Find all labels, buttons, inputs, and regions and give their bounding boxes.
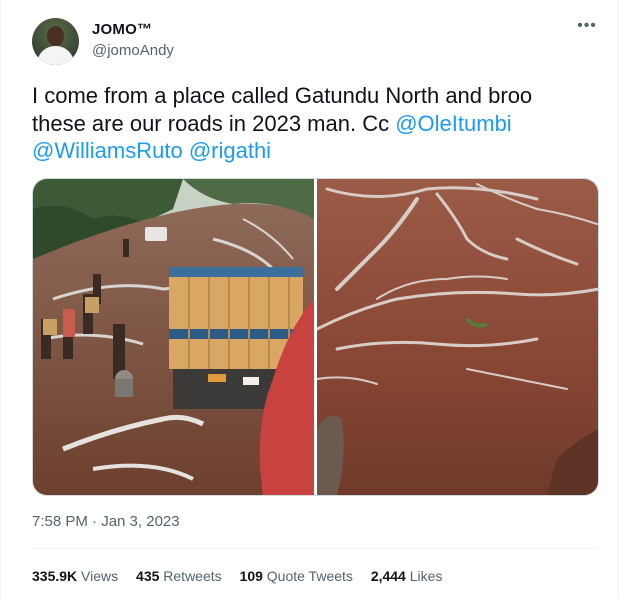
tweet-stats: 335.9K Views 435 Retweets 109 Quote Twee…: [32, 568, 456, 584]
tweet-card: JOMO™ @jomoAndy ••• I come from a place …: [0, 0, 619, 599]
retweets-stat[interactable]: 435 Retweets: [136, 568, 222, 584]
author-handle[interactable]: @jomoAndy: [92, 42, 174, 59]
quote-tweets-count: 109: [239, 568, 263, 584]
views-count: 335.9K: [32, 568, 78, 584]
likes-label: Likes: [409, 568, 443, 584]
divider: [32, 548, 599, 549]
more-options-icon[interactable]: •••: [576, 18, 598, 40]
retweets-count: 435: [136, 568, 160, 584]
tweet-text: I come from a place called Gatundu North…: [32, 82, 592, 165]
views-stat[interactable]: 335.9K Views: [32, 568, 118, 584]
likes-count: 2,444: [370, 568, 406, 584]
avatar-shirt: [37, 46, 74, 65]
mention-link[interactable]: @OleItumbi: [395, 111, 511, 136]
quote-tweets-stat[interactable]: 109 Quote Tweets: [240, 568, 353, 584]
photo-muddy-road-close-up[interactable]: [317, 179, 598, 495]
media-grid: [32, 178, 599, 496]
retweets-label: Retweets: [163, 568, 222, 584]
mention-link[interactable]: @rigathi: [189, 138, 271, 163]
quote-tweets-label: Quote Tweets: [266, 568, 353, 584]
photo-muddy-road-with-truck-image: [33, 179, 314, 495]
avatar-head: [47, 26, 64, 46]
mention-link[interactable]: @WilliamsRuto: [32, 138, 183, 163]
photo-muddy-road-with-truck[interactable]: [33, 179, 314, 495]
likes-stat[interactable]: 2,444 Likes: [371, 568, 443, 584]
author-display-name[interactable]: JOMO™: [92, 21, 152, 38]
views-label: Views: [81, 568, 119, 584]
tweet-timestamp[interactable]: 7:58 PM · Jan 3, 2023: [32, 513, 180, 530]
photo-muddy-road-close-up-image: [317, 179, 598, 495]
avatar[interactable]: [32, 18, 79, 65]
